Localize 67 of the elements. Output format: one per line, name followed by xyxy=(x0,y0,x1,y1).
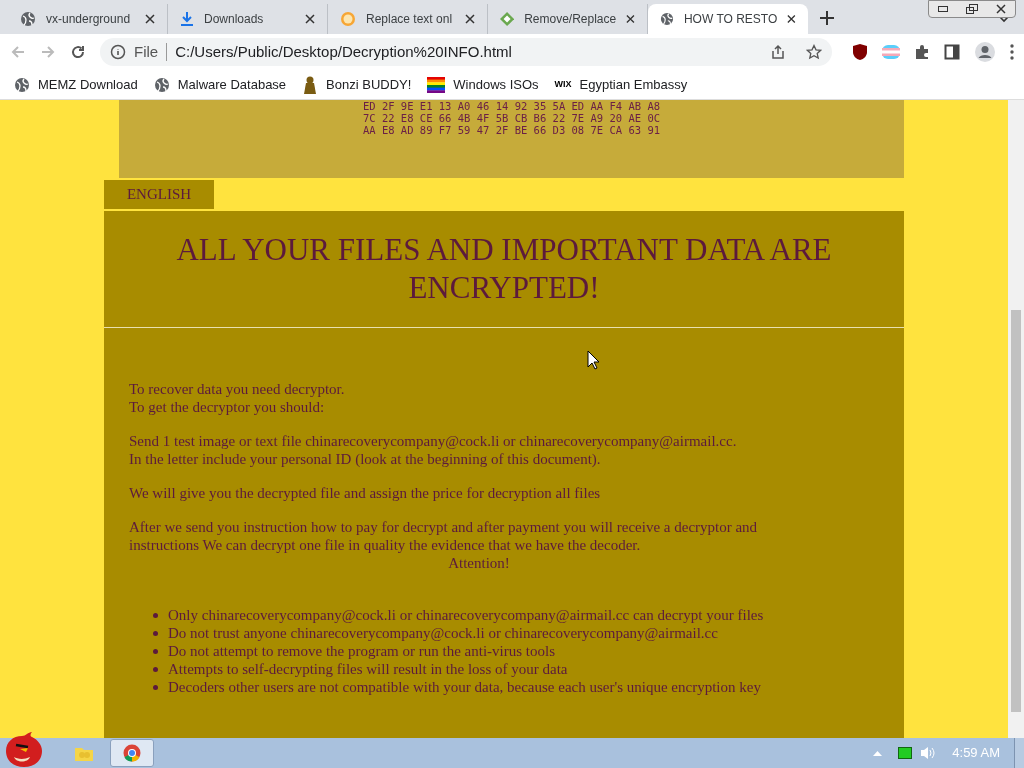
text-line: To get the decryptor you should: xyxy=(129,398,326,416)
figure-icon xyxy=(302,75,319,94)
scrollbar[interactable] xyxy=(1008,100,1024,738)
sidebar-icon[interactable] xyxy=(944,44,960,60)
bullet-icon xyxy=(153,630,158,636)
close-icon[interactable] xyxy=(305,14,315,24)
bullet-text: Attempts to self-decrypting files will result in the loss of your data xyxy=(168,660,568,678)
menu-icon[interactable] xyxy=(1010,44,1014,60)
star-icon[interactable] xyxy=(806,44,822,60)
share-icon[interactable] xyxy=(770,44,786,60)
minimize-icon[interactable] xyxy=(938,6,948,12)
language-tab[interactable]: ENGLISH xyxy=(104,180,214,209)
globe-icon xyxy=(14,76,30,93)
text-line: In the letter include your personal ID (look at the beginning of this document). xyxy=(129,450,602,468)
url-text: C:/Users/Public/Desktop/Decryption%20INFO.html xyxy=(175,41,513,62)
bullet-text: Do not trust anyone chinarecoverycompany@cock.li or chinarecoverycompany@airmail.cc xyxy=(168,624,718,642)
globe-icon xyxy=(20,11,36,27)
bookmark[interactable]: WIX Egyptian Embassy xyxy=(554,74,688,95)
bullet-text: Decoders other users are not compatible with your data, because each user's unique encryption key xyxy=(168,678,761,696)
text-line: After we send you instruction how to pay for decrypt and after payment you will receive a decryptor and xyxy=(129,518,759,536)
reload-icon[interactable] xyxy=(70,44,86,60)
bookmark[interactable]: Windows ISOs xyxy=(427,74,539,95)
close-icon[interactable] xyxy=(626,14,635,24)
download-icon xyxy=(180,11,194,27)
heading: ALL YOUR FILES AND IMPORTANT DATA ARE ENCRYPTED! xyxy=(175,231,833,307)
info-icon[interactable] xyxy=(110,44,126,60)
network-icon[interactable] xyxy=(898,747,913,759)
window-controls[interactable] xyxy=(928,0,1016,18)
bullet-icon xyxy=(153,666,158,672)
bookmark[interactable]: Malware Database xyxy=(153,74,287,95)
rainbow-flag-icon xyxy=(427,76,446,93)
close-icon[interactable] xyxy=(145,14,155,24)
sun-icon xyxy=(340,11,356,27)
text-line: To recover data you need decryptor. xyxy=(129,380,346,398)
bullet-text: Only chinarecoverycompany@cock.li or chinarecoverycompany@airmail.cc can decrypt your files xyxy=(168,606,764,624)
taskbar-button[interactable] xyxy=(110,739,154,767)
bookmark[interactable]: Bonzi BUDDY! xyxy=(302,74,412,95)
mouse-cursor-icon xyxy=(587,350,600,370)
close-icon[interactable] xyxy=(787,14,796,24)
new-tab-icon[interactable] xyxy=(820,11,834,25)
attention-text: Attention! xyxy=(448,554,510,572)
bullet-icon xyxy=(153,648,158,654)
bullet-icon xyxy=(153,684,158,690)
globe-icon xyxy=(660,11,674,27)
profile-icon[interactable] xyxy=(974,41,996,63)
diamond-icon xyxy=(500,11,515,27)
bookmark[interactable]: MEMZ Download xyxy=(14,74,138,95)
text-line: Send 1 test image or text file chinarecoverycompany@cock.li or chinarecoverycompany@airmail.cc. xyxy=(129,432,738,450)
puzzle-icon[interactable] xyxy=(914,44,930,60)
restore-icon[interactable] xyxy=(966,4,978,14)
key-line: 7C 22 E8 CE 66 4B 4F 5B CB B6 22 7E A9 20 AE 0C xyxy=(362,112,661,124)
close-icon[interactable] xyxy=(465,14,475,24)
key-line: AA E8 AD 89 F7 59 47 2F BE 66 D3 08 7E CA 63 91 xyxy=(362,124,661,136)
scrollbar-thumb[interactable] xyxy=(1011,310,1021,712)
close-icon[interactable] xyxy=(996,4,1006,14)
key-line: ED 2F 9E E1 13 A0 46 14 92 35 5A ED AA F4 AB A8 xyxy=(362,100,661,112)
logo-icon: WIX xyxy=(554,77,572,92)
address-bar[interactable]: File C:/Users/Public/Desktop/Decryption%20INFO.html xyxy=(100,38,832,66)
shield-icon[interactable] xyxy=(852,43,868,61)
text-line: instructions We can decrypt one file in quality the evidence that we have the decoder. xyxy=(129,536,642,554)
bullet-text: Do not attempt to remove the program or run the anti-virus tools xyxy=(168,642,555,660)
browser-tab[interactable]: HOW TO RESTO xyxy=(648,4,808,34)
text-line: We will give you the decrypted file and assign the price for decryption all files xyxy=(129,484,602,502)
globe-icon xyxy=(153,76,170,93)
browser-icon xyxy=(123,744,141,762)
scheme-label: File xyxy=(134,41,159,62)
bullet-icon xyxy=(153,612,158,618)
